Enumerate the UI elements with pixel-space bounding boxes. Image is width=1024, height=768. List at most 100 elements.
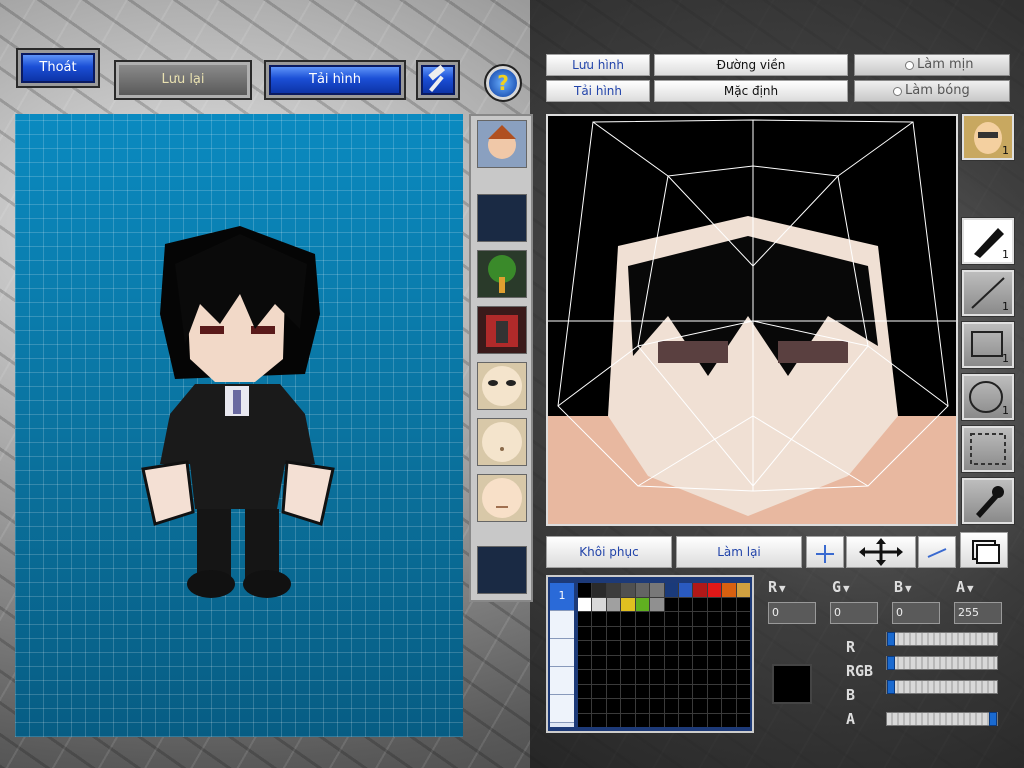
- exit-button[interactable]: Thoát: [16, 48, 100, 88]
- palette-swatch[interactable]: [650, 684, 664, 698]
- character-preview-canvas[interactable]: [15, 114, 463, 737]
- palette-swatch[interactable]: [722, 713, 736, 727]
- palette-swatch-grid[interactable]: [578, 583, 750, 727]
- palette-swatch[interactable]: [693, 713, 707, 727]
- palette-swatch[interactable]: [664, 626, 678, 640]
- palette-swatch[interactable]: [606, 670, 621, 684]
- palette-swatch[interactable]: [693, 612, 707, 626]
- palette-swatch[interactable]: [664, 612, 678, 626]
- palette-swatch[interactable]: [678, 583, 693, 597]
- r-slider[interactable]: [886, 632, 998, 646]
- palette-swatch[interactable]: [736, 699, 750, 713]
- a-channel-label[interactable]: A▼: [956, 578, 1004, 598]
- redo-button[interactable]: Làm lại: [676, 536, 802, 568]
- palette-swatch[interactable]: [578, 670, 592, 684]
- palette-swatch[interactable]: [736, 597, 750, 611]
- pen-tool[interactable]: 1: [961, 217, 1015, 265]
- palette-swatch[interactable]: [578, 713, 592, 727]
- palette-swatch[interactable]: [621, 655, 635, 669]
- palette-swatch[interactable]: [606, 612, 621, 626]
- palette-swatch[interactable]: [707, 583, 722, 597]
- palette-swatch[interactable]: [736, 670, 750, 684]
- palette-swatch[interactable]: [722, 597, 736, 611]
- palette-swatch[interactable]: [707, 612, 722, 626]
- g-channel-label[interactable]: G▼: [832, 578, 880, 598]
- palette-swatch[interactable]: [621, 670, 635, 684]
- g-value-field[interactable]: 0: [830, 602, 878, 624]
- palette-swatch[interactable]: [736, 655, 750, 669]
- ellipse-tool[interactable]: 1: [961, 373, 1015, 421]
- palette-swatch[interactable]: [678, 713, 693, 727]
- palette-page-tab-4[interactable]: [550, 667, 574, 695]
- palette-swatch[interactable]: [621, 684, 635, 698]
- layer-button[interactable]: [960, 532, 1008, 568]
- part-slot-face-1[interactable]: [477, 362, 527, 410]
- palette-swatch[interactable]: [621, 612, 635, 626]
- palette-swatch[interactable]: [635, 713, 650, 727]
- save-button[interactable]: Lưu lại: [114, 60, 252, 100]
- palette-swatch[interactable]: [578, 612, 592, 626]
- palette-swatch[interactable]: [707, 655, 722, 669]
- r-value-field[interactable]: 0: [768, 602, 816, 624]
- palette-swatch[interactable]: [736, 612, 750, 626]
- palette-swatch[interactable]: [678, 612, 693, 626]
- zoom-out-button[interactable]: [918, 536, 956, 568]
- palette-swatch[interactable]: [693, 583, 707, 597]
- rectangle-tool[interactable]: 1: [961, 321, 1015, 369]
- palette-swatch[interactable]: [693, 641, 707, 655]
- palette-page-tab-5[interactable]: [550, 695, 574, 723]
- palette-swatch[interactable]: [606, 713, 621, 727]
- palette-swatch[interactable]: [707, 670, 722, 684]
- palette-swatch[interactable]: [664, 670, 678, 684]
- palette-swatch[interactable]: [635, 583, 650, 597]
- a-slider-knob[interactable]: [989, 712, 997, 726]
- palette-swatch[interactable]: [707, 641, 722, 655]
- face-pixel-editor[interactable]: [546, 114, 958, 526]
- palette-swatch[interactable]: [621, 583, 635, 597]
- part-slot-face-2[interactable]: [477, 418, 527, 466]
- palette-swatch[interactable]: [578, 641, 592, 655]
- palette-swatch[interactable]: [693, 670, 707, 684]
- palette-swatch[interactable]: [621, 641, 635, 655]
- b-value-field[interactable]: 0: [892, 602, 940, 624]
- palette-swatch[interactable]: [635, 655, 650, 669]
- line-tool[interactable]: 1: [961, 269, 1015, 317]
- palette-swatch[interactable]: [678, 641, 693, 655]
- palette-swatch[interactable]: [578, 626, 592, 640]
- portrait-tool[interactable]: 1: [961, 113, 1015, 161]
- move-button[interactable]: [846, 536, 916, 568]
- palette-swatch[interactable]: [650, 583, 664, 597]
- hammer-button[interactable]: [416, 60, 460, 100]
- palette-swatch[interactable]: [621, 713, 635, 727]
- palette-swatch[interactable]: [664, 655, 678, 669]
- palette-swatch[interactable]: [678, 670, 693, 684]
- palette-swatch[interactable]: [707, 626, 722, 640]
- palette-swatch[interactable]: [650, 612, 664, 626]
- shade-option[interactable]: Làm bóng: [854, 80, 1010, 102]
- palette-swatch[interactable]: [578, 583, 592, 597]
- palette-swatch[interactable]: [621, 699, 635, 713]
- palette-swatch[interactable]: [650, 655, 664, 669]
- palette-swatch[interactable]: [592, 612, 606, 626]
- palette-swatch[interactable]: [664, 699, 678, 713]
- palette-swatch[interactable]: [606, 641, 621, 655]
- g-slider-knob[interactable]: [887, 656, 895, 670]
- palette-swatch[interactable]: [578, 684, 592, 698]
- palette-swatch[interactable]: [707, 684, 722, 698]
- palette-swatch[interactable]: [678, 699, 693, 713]
- part-slot-face-3[interactable]: [477, 474, 527, 522]
- smooth-option[interactable]: Làm mịn: [854, 54, 1010, 76]
- palette-swatch[interactable]: [606, 583, 621, 597]
- palette-swatch[interactable]: [635, 597, 650, 611]
- palette-swatch[interactable]: [635, 670, 650, 684]
- palette-page-tab-1[interactable]: 1: [550, 583, 574, 611]
- palette-swatch[interactable]: [678, 655, 693, 669]
- b-slider-knob[interactable]: [887, 680, 895, 694]
- select-tool[interactable]: [961, 425, 1015, 473]
- r-channel-label[interactable]: R▼: [768, 578, 816, 598]
- palette-swatch[interactable]: [635, 641, 650, 655]
- palette-swatch[interactable]: [592, 699, 606, 713]
- palette-swatch[interactable]: [707, 597, 722, 611]
- a-slider[interactable]: [886, 712, 998, 726]
- palette-swatch[interactable]: [664, 597, 678, 611]
